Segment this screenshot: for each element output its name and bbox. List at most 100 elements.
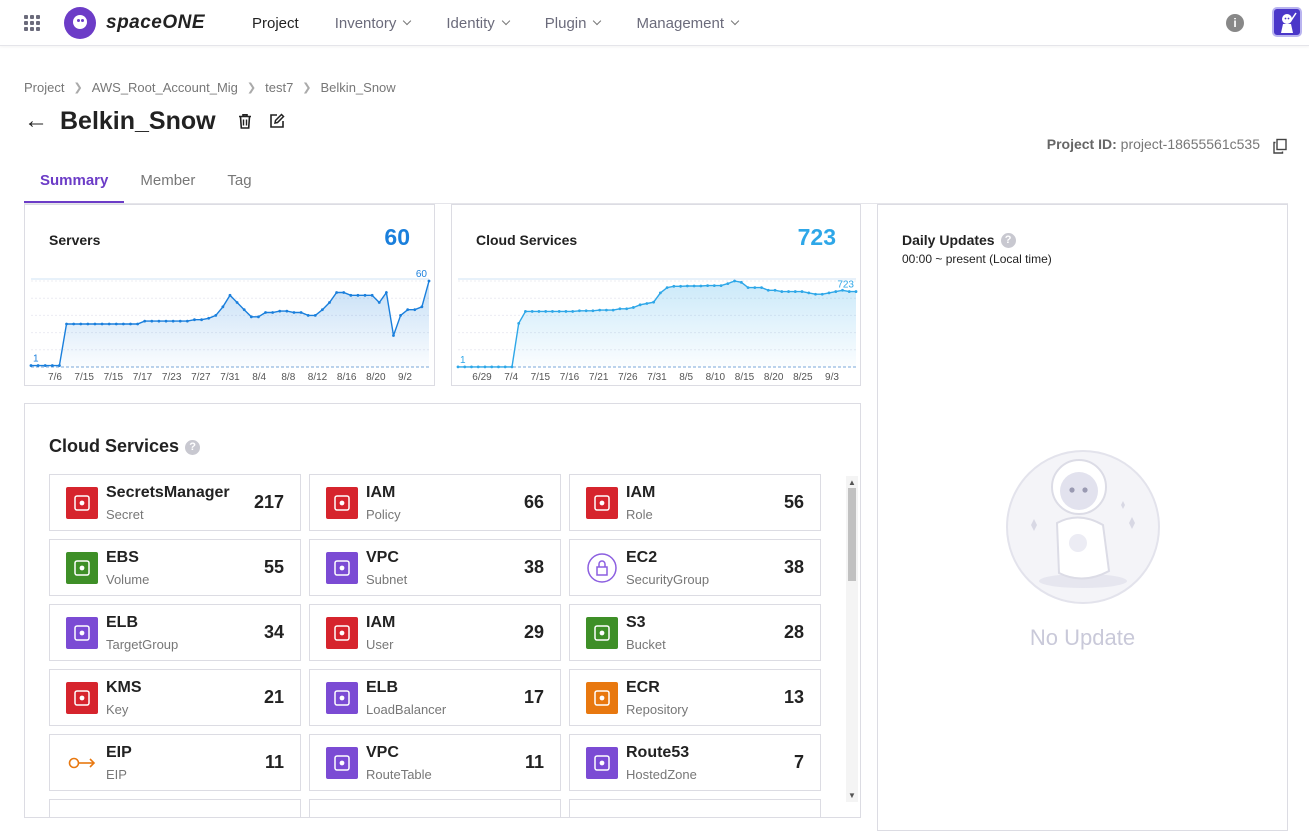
servers-card[interactable]: Servers 60 1 60 7/6 7/15 7/15 7/17 7/23 7/27 7/3… <box>24 204 435 386</box>
edit-button[interactable] <box>268 112 286 130</box>
cloud-service-item[interactable]: S3 Bucket 28 <box>569 604 821 661</box>
copy-button[interactable] <box>1272 138 1287 154</box>
chart-point <box>249 315 253 319</box>
cloud-service-item[interactable]: ELB TargetGroup 34 <box>49 604 301 661</box>
scroll-thumb[interactable] <box>848 488 856 581</box>
nav-item-plugin[interactable]: Plugin <box>545 15 602 32</box>
chart-point <box>793 290 797 293</box>
chart-point <box>814 292 817 296</box>
cloud-services-list-title: Cloud Services? <box>49 436 201 457</box>
chart-point <box>679 284 683 288</box>
back-arrow-icon[interactable]: ← <box>24 107 54 135</box>
delete-button[interactable] <box>236 112 254 130</box>
cloud-services-panel: Cloud Services? SecretsManager Secret 217 I… <box>24 403 861 818</box>
cloud-service-name: EIP <box>106 744 132 761</box>
scroll-up-icon[interactable]: ▲ <box>848 478 856 487</box>
chart-point <box>392 334 395 337</box>
chart-point <box>143 319 147 323</box>
chart-point <box>150 319 154 323</box>
cloud-service-item[interactable]: KMS Key 21 <box>49 669 301 726</box>
cloud-service-name: EBS <box>106 549 139 566</box>
chart-point <box>605 308 608 312</box>
nav-item-project[interactable]: Project <box>252 15 299 32</box>
chart-point <box>228 293 232 297</box>
cloud-service-item[interactable]: IAM User 29 <box>309 604 561 661</box>
cloud-service-item[interactable]: IAM Policy 66 <box>309 474 561 531</box>
chart-point <box>847 290 851 293</box>
nav-item-identity[interactable]: Identity <box>446 15 511 32</box>
nav-item-inventory[interactable]: Inventory <box>335 15 412 32</box>
nav-item-management[interactable]: Management <box>636 15 740 32</box>
chart-point <box>706 284 709 288</box>
astronaut-avatar-icon <box>1281 12 1297 33</box>
daily-updates-card: Daily Updates? 00:00 ~ present (Local ti… <box>877 204 1288 831</box>
cloud-service-count: 17 <box>523 687 544 707</box>
breadcrumb-item[interactable]: AWS_Root_Account_Mig <box>92 80 238 95</box>
cloud-service-item[interactable]: EIP EIP 11 <box>49 734 301 791</box>
cloud-service-item[interactable]: EC2 SecurityGroup 38 <box>569 539 821 596</box>
chart-point <box>335 291 339 294</box>
breadcrumb-item[interactable]: test7 <box>265 80 293 95</box>
elb-icon <box>326 682 358 714</box>
chart-point <box>384 291 388 294</box>
chart-point <box>306 314 310 317</box>
info-icon[interactable]: i <box>1226 14 1244 32</box>
chart-point <box>497 365 500 369</box>
cloud-service-name: IAM <box>366 614 396 631</box>
project-id: Project ID: project-18655561c535 <box>1047 136 1260 152</box>
daily-updates-title-text: Daily Updates <box>902 232 995 248</box>
chart-point <box>618 307 622 311</box>
chart-point <box>456 365 460 369</box>
chart-point <box>591 309 595 313</box>
cloud-service-item[interactable] <box>569 799 821 817</box>
edit-icon <box>269 113 285 128</box>
chart-point <box>328 301 331 304</box>
tab-summary[interactable]: Summary <box>24 164 125 204</box>
iam-icon <box>586 487 618 519</box>
x-tick-label: 8/16 <box>337 372 357 383</box>
cloud-service-item[interactable]: ECR Repository 13 <box>569 669 821 726</box>
breadcrumb-item[interactable]: Project <box>24 80 64 95</box>
chart-point <box>257 315 260 319</box>
brand-name: spaceONE <box>106 12 206 33</box>
chart-point <box>820 292 824 296</box>
cloud-service-item[interactable]: VPC RouteTable 11 <box>309 734 561 791</box>
cloud-service-item[interactable]: Route53 HostedZone 7 <box>569 734 821 791</box>
project-id-label: Project ID: <box>1046 136 1117 152</box>
cloud-service-type: RouteTable <box>366 767 432 782</box>
help-icon[interactable]: ? <box>1000 233 1016 248</box>
cloud-service-item[interactable]: ELB LoadBalancer 17 <box>309 669 561 726</box>
x-tick-label: 8/15 <box>735 372 755 383</box>
cloud-service-item[interactable] <box>309 799 561 817</box>
cloud-service-item[interactable]: SecretsManager Secret 217 <box>49 474 301 531</box>
cloud-service-item[interactable]: EBS Volume 55 <box>49 539 301 596</box>
tab-member[interactable]: Member <box>124 164 211 204</box>
cloud-service-count: 21 <box>263 687 284 707</box>
cloud-service-type: EIP <box>106 767 127 782</box>
x-tick-label: 7/31 <box>647 372 667 383</box>
ebs-icon <box>66 552 98 584</box>
help-icon[interactable]: ? <box>185 440 201 455</box>
cloud-service-item[interactable]: VPC Subnet 38 <box>309 539 561 596</box>
chart-point <box>278 309 282 313</box>
chart-point <box>171 319 175 323</box>
servers-trend-chart: 1 60 7/6 7/15 7/15 7/17 7/23 7/27 7/31 8/4 8/8 8/12… <box>29 269 431 383</box>
chart-point <box>611 308 615 312</box>
chart-point <box>712 284 716 288</box>
spaceone-logo[interactable]: spaceONE <box>64 7 205 39</box>
scrollbar[interactable]: ▲ ▼ <box>846 476 858 802</box>
scroll-down-icon[interactable]: ▼ <box>848 791 856 800</box>
chart-point <box>271 311 275 314</box>
chart-point <box>800 290 804 293</box>
cloud-service-item[interactable]: IAM Role 56 <box>569 474 821 531</box>
chart-point <box>733 279 736 283</box>
chart-point <box>719 284 723 288</box>
cloud-services-card[interactable]: Cloud Services 723 1 723 6/29 7/4 7/15 7/16 7/… <box>451 204 861 386</box>
app-grid-icon[interactable] <box>24 15 40 31</box>
tab-tag[interactable]: Tag <box>211 164 267 204</box>
chart-point <box>200 318 203 322</box>
user-avatar[interactable] <box>1272 7 1302 37</box>
cloud-service-item[interactable] <box>49 799 301 817</box>
cloud-service-type: TargetGroup <box>106 637 179 652</box>
chart-point <box>121 322 125 326</box>
